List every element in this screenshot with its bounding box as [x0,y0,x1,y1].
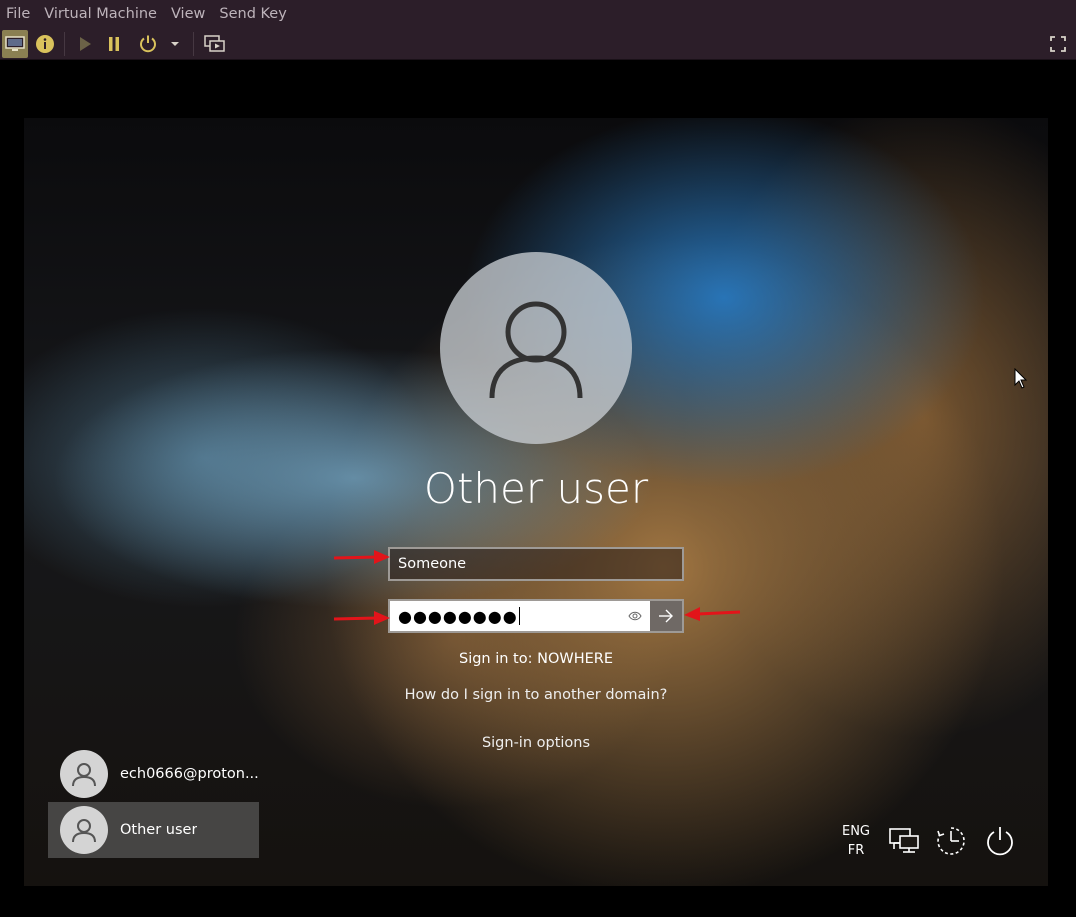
play-icon[interactable] [72,30,98,58]
annotation-arrow-password [333,611,390,625]
password-container: ●●●●●●●● [388,599,684,633]
menubar: File Virtual Machine View Send Key [0,0,1076,28]
power-icon[interactable] [983,824,1017,858]
user-tile-label: Other user [120,822,198,838]
pause-icon[interactable] [101,30,127,58]
user-avatar-small [60,750,108,798]
fullscreen-icon[interactable] [1045,30,1071,58]
user-tile-label: ech0666@proton... [120,766,259,782]
sign-in-to-label: Sign in to: NOWHERE [458,651,613,667]
text-caret [518,607,520,625]
ease-of-access-icon[interactable] [934,824,968,858]
annotation-arrow-submit [684,607,741,621]
menu-file[interactable]: File [6,6,30,22]
annotation-arrow-username [333,550,390,564]
user-tile-other-user[interactable]: Other user [48,802,259,858]
dropdown-arrow-icon[interactable] [166,30,184,58]
network-icon[interactable] [887,824,921,858]
password-mask: ●●●●●●●● [398,606,518,626]
user-avatar-small [60,806,108,854]
submit-arrow-button[interactable] [650,601,682,631]
language-secondary: FR [847,843,865,858]
reveal-password-icon[interactable] [620,601,650,631]
password-input[interactable]: ●●●●●●●● [390,601,620,631]
domain-help-link[interactable]: How do I sign in to another domain? [336,687,736,703]
menu-view[interactable]: View [171,6,205,22]
toolbar-separator [193,32,194,56]
menu-send-key[interactable]: Send Key [219,6,286,22]
screenshot-icon[interactable] [202,30,228,58]
language-primary: ENG [841,824,870,839]
power-icon[interactable] [135,30,161,58]
mouse-cursor-icon [1014,368,1028,389]
toolbar [0,28,1076,60]
login-title: Other user [423,464,649,513]
language-switcher[interactable]: ENG FR [836,822,876,860]
vm-display[interactable]: Other user Someone ●●●●●●●● Sign in to: … [24,118,1048,886]
user-avatar [440,252,632,444]
user-tile-email[interactable]: ech0666@proton... [48,746,259,802]
display-icon[interactable] [2,30,28,58]
info-icon[interactable] [32,30,58,58]
toolbar-separator [64,32,65,56]
menu-virtual-machine[interactable]: Virtual Machine [44,6,157,22]
username-input[interactable]: Someone [388,547,684,581]
sign-in-options-link[interactable]: Sign-in options [336,735,736,751]
